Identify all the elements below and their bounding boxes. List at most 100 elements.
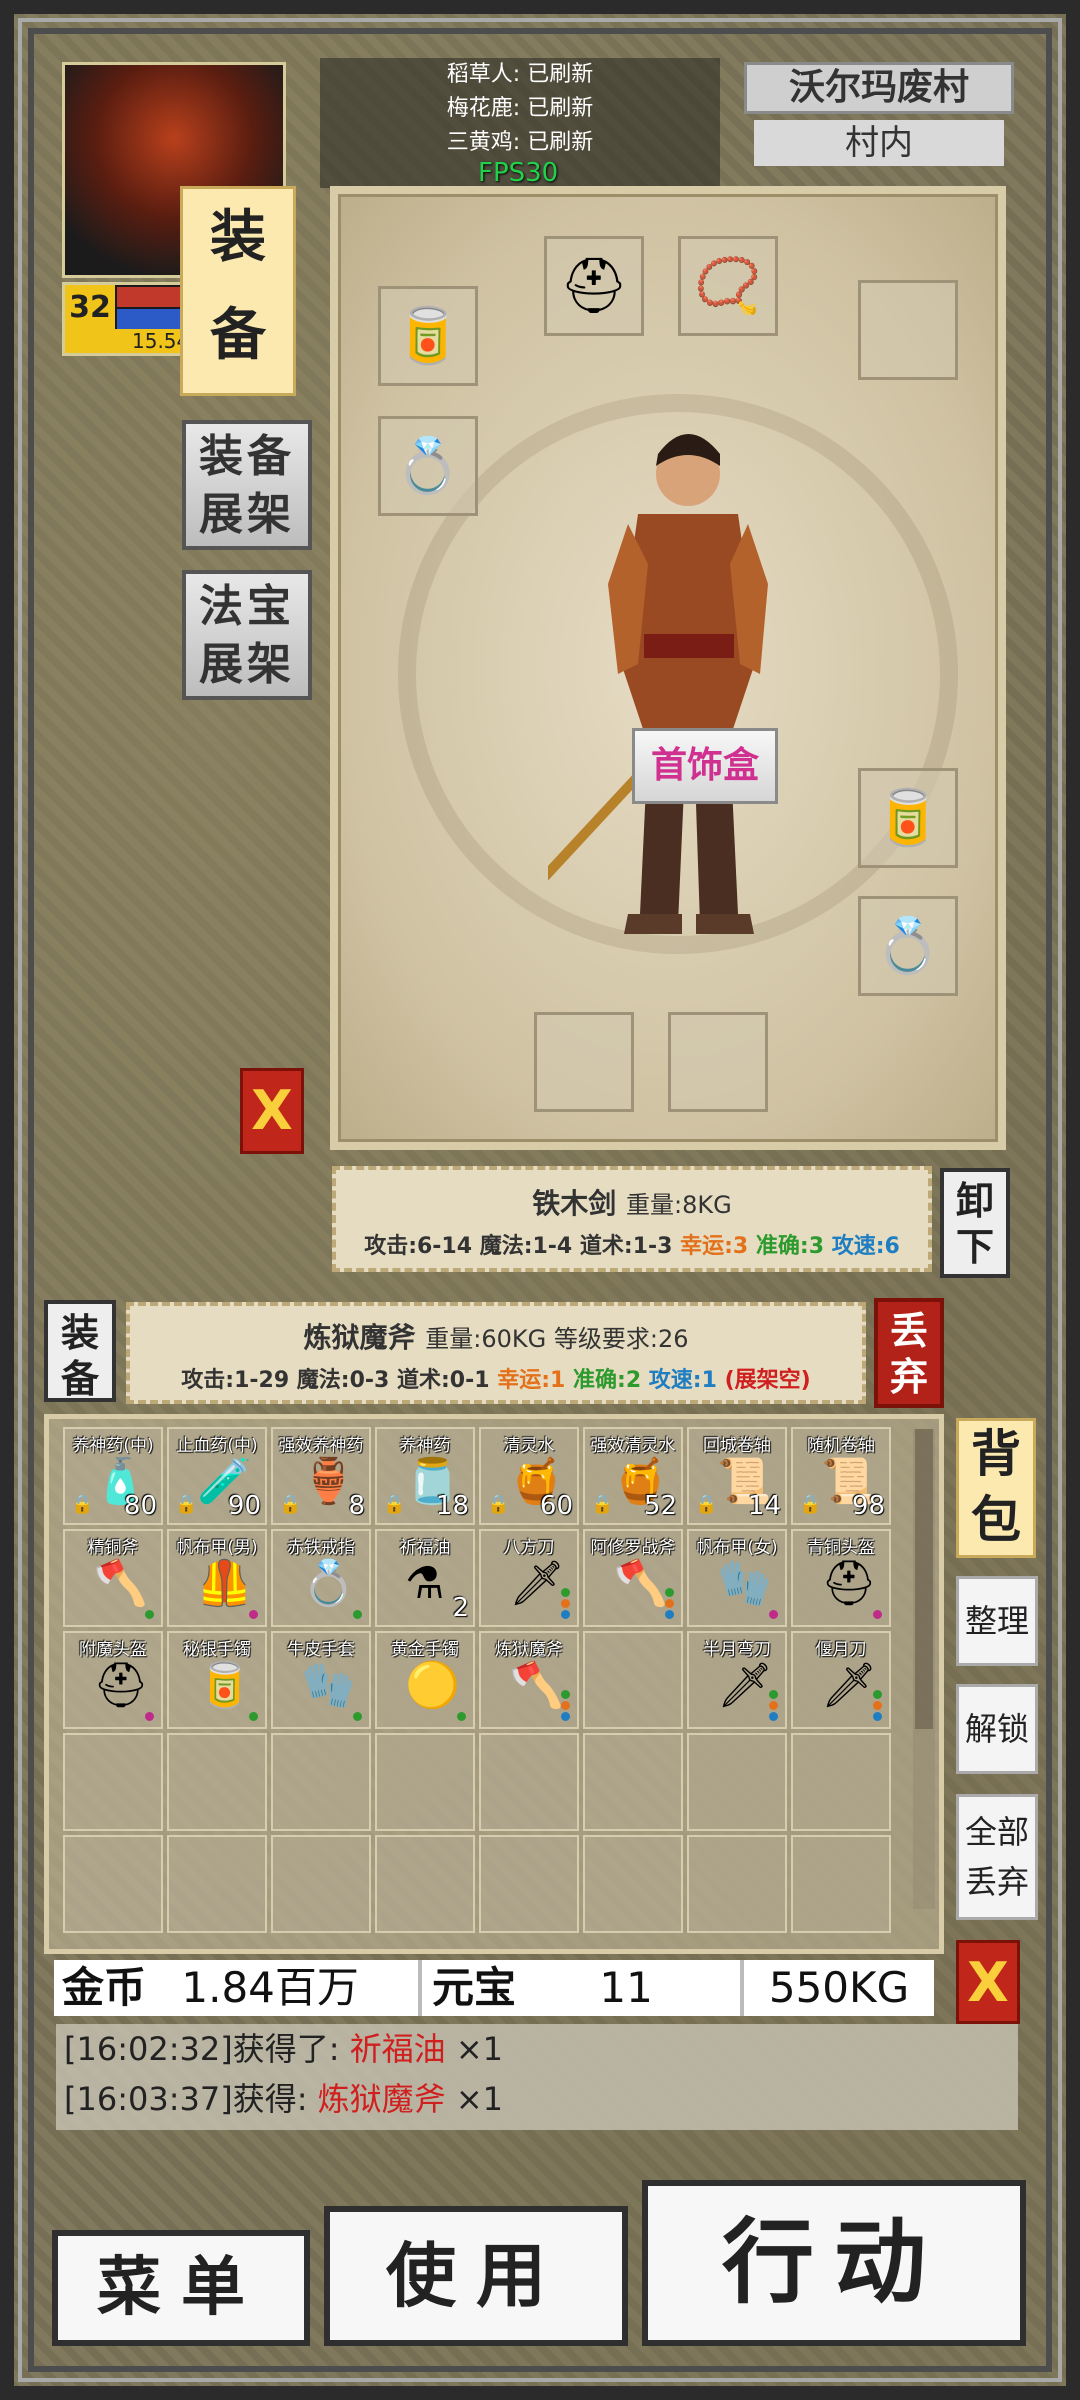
bag-cell-empty[interactable] xyxy=(271,1835,371,1933)
equip-slot-ring-right[interactable]: 💍 xyxy=(858,896,958,996)
bag-cell[interactable]: 强效养神药 🏺 8 🔒 xyxy=(271,1427,371,1525)
equip-slot-ring-left[interactable]: 💍 xyxy=(378,416,478,516)
bag-cell-empty[interactable] xyxy=(479,1835,579,1933)
bag-cell[interactable]: 半月弯刀 🗡 xyxy=(687,1631,787,1729)
equip-slot-bracelet-right[interactable]: 🥫 xyxy=(858,768,958,868)
selected-item-base-stats: 攻击:1-29 魔法:0-3 道术:0-1 xyxy=(181,1368,490,1393)
quality-dots xyxy=(457,1710,467,1721)
bag-cell[interactable]: 回城卷轴 📜 14 🔒 xyxy=(687,1427,787,1525)
bag-cell[interactable]: 祈福油 ⚗ 2 xyxy=(375,1529,475,1627)
bag-cell-empty[interactable] xyxy=(687,1835,787,1933)
equip-line2: 备 xyxy=(60,1357,99,1401)
bag-cell[interactable]: 附魔头盔 ⛑ xyxy=(63,1631,163,1729)
jewelry-box-button[interactable]: 首饰盒 xyxy=(632,728,778,804)
bag-cell-empty[interactable] xyxy=(583,1835,683,1933)
bag-cell[interactable]: 养神药 🫙 18 🔒 xyxy=(375,1427,475,1525)
item-icon: ⛑ xyxy=(821,1558,877,1609)
refresh-line: 稻草人: 已刷新 xyxy=(446,62,594,87)
quality-dot xyxy=(249,1610,258,1619)
bag-cell-empty[interactable] xyxy=(63,1733,163,1831)
use-button[interactable]: 使用 xyxy=(324,2206,628,2346)
item-icon: 🗡 xyxy=(717,1660,773,1711)
bag-cell[interactable]: 青铜头盔 ⛑ xyxy=(791,1529,891,1627)
bag-grid: 养神药(中) 🧴 80 🔒 止血药(中) 🧪 90 🔒 强效养神药 🏺 8 🔒 养神药 🫙 18 🔒 清灵水 🍯 6… xyxy=(63,1427,891,1933)
equip-item-button[interactable]: 装 备 xyxy=(44,1300,116,1402)
sort-button[interactable]: 整理 xyxy=(956,1576,1038,1666)
bag-cell-empty[interactable] xyxy=(479,1733,579,1831)
equip-slot-empty[interactable] xyxy=(534,1012,634,1112)
equip-slot-bracelet-left[interactable]: 🥫 xyxy=(378,286,478,386)
bag-cell-empty[interactable] xyxy=(375,1733,475,1831)
bag-tab[interactable]: 背 包 xyxy=(956,1418,1036,1558)
equip-tab[interactable]: 装 备 xyxy=(180,186,296,396)
equip-shelf-button[interactable]: 装备 展架 xyxy=(182,420,312,550)
action-button[interactable]: 行动 xyxy=(642,2180,1026,2346)
bag-cell-empty[interactable] xyxy=(167,1835,267,1933)
quality-dot xyxy=(873,1701,882,1710)
item-name: 偃月刀 xyxy=(815,1640,867,1660)
close-bag-button[interactable]: X xyxy=(956,1940,1020,2024)
bag-cell[interactable]: 秘银手镯 🥫 xyxy=(167,1631,267,1729)
item-name: 青铜头盔 xyxy=(807,1538,875,1558)
quality-dot xyxy=(873,1690,882,1699)
bag-cell-empty[interactable] xyxy=(791,1835,891,1933)
equip-tab-line1: 装 xyxy=(210,205,266,270)
bag-cell-empty[interactable] xyxy=(583,1733,683,1831)
bag-cell[interactable] xyxy=(583,1631,683,1729)
item-name: 清灵水 xyxy=(503,1436,555,1456)
discard-item-button[interactable]: 丢 弃 xyxy=(874,1298,944,1408)
equip-shelf-line2: 展架 xyxy=(199,489,295,540)
menu-button[interactable]: 菜单 xyxy=(52,2230,310,2346)
treasure-shelf-button[interactable]: 法宝 展架 xyxy=(182,570,312,700)
bag-cell[interactable]: 随机卷轴 📜 98 🔒 xyxy=(791,1427,891,1525)
equip-slot-medal[interactable]: 📿 xyxy=(678,236,778,336)
location-sub[interactable]: 村内 xyxy=(754,120,1004,166)
equip-slot-helmet[interactable]: ⛑ xyxy=(544,236,644,336)
unlock-button[interactable]: 解锁 xyxy=(956,1684,1038,1774)
bag-cell[interactable]: 精铜斧 🪓 xyxy=(63,1529,163,1627)
discard-all-button[interactable]: 全部 丢弃 xyxy=(956,1794,1038,1920)
bag-scrollbar[interactable] xyxy=(913,1429,935,1909)
bag-cell-empty[interactable] xyxy=(791,1733,891,1831)
bag-cell-empty[interactable] xyxy=(63,1835,163,1933)
bag-cell[interactable]: 养神药(中) 🧴 80 🔒 xyxy=(63,1427,163,1525)
close-equip-button[interactable]: X xyxy=(240,1068,304,1154)
bag-cell[interactable]: 阿修罗战斧 🪓 xyxy=(583,1529,683,1627)
bag-cell-empty[interactable] xyxy=(167,1733,267,1831)
selected-item-luck: 幸运:1 xyxy=(497,1368,566,1393)
equip-slot-empty[interactable] xyxy=(668,1012,768,1112)
unequip-button[interactable]: 卸 下 xyxy=(940,1168,1010,1278)
weapon-name: 铁木剑 xyxy=(532,1187,617,1220)
bag-cell[interactable]: 帆布甲(男) 🦺 xyxy=(167,1529,267,1627)
quality-dot xyxy=(249,1712,258,1721)
bag-cell[interactable]: 帆布甲(女) 🧤 xyxy=(687,1529,787,1627)
quality-dots xyxy=(873,1608,883,1619)
bag-cell[interactable]: 偃月刀 🗡 xyxy=(791,1631,891,1729)
item-icon: 🧤 xyxy=(717,1558,772,1609)
bag-cell-empty[interactable] xyxy=(271,1733,371,1831)
equipment-panel: 🥫 ⛑ 📿 💍 🥫 💍 首饰盒 xyxy=(330,186,1006,1150)
lock-icon: 🔒 xyxy=(279,1494,302,1515)
lock-icon: 🔒 xyxy=(383,1494,406,1515)
item-count: 8 xyxy=(348,1491,365,1521)
unequip-line2: 下 xyxy=(955,1225,994,1269)
bag-cell-empty[interactable] xyxy=(687,1733,787,1831)
bag-cell[interactable]: 黄金手镯 🟡 xyxy=(375,1631,475,1729)
quality-dot xyxy=(561,1610,570,1619)
bag-cell[interactable]: 强效清灵水 🍯 52 🔒 xyxy=(583,1427,683,1525)
item-name: 养神药(中) xyxy=(72,1436,154,1456)
equip-slot-empty[interactable] xyxy=(858,280,958,380)
player-level: 32 xyxy=(65,285,115,331)
bag-cell[interactable]: 八方刀 🗡 xyxy=(479,1529,579,1627)
bag-scroll-thumb[interactable] xyxy=(915,1429,933,1729)
location-name[interactable]: 沃尔玛废村 xyxy=(744,62,1014,114)
lock-icon: 🔒 xyxy=(71,1494,94,1515)
bag-cell[interactable]: 牛皮手套 🧤 xyxy=(271,1631,371,1729)
treasure-shelf-line2: 展架 xyxy=(199,639,295,690)
item-name: 精铜斧 xyxy=(87,1538,139,1558)
bag-cell[interactable]: 炼狱魔斧 🪓 xyxy=(479,1631,579,1729)
bag-cell[interactable]: 止血药(中) 🧪 90 🔒 xyxy=(167,1427,267,1525)
bag-cell-empty[interactable] xyxy=(375,1835,475,1933)
bag-cell[interactable]: 赤铁戒指 💍 xyxy=(271,1529,371,1627)
bag-cell[interactable]: 清灵水 🍯 60 🔒 xyxy=(479,1427,579,1525)
